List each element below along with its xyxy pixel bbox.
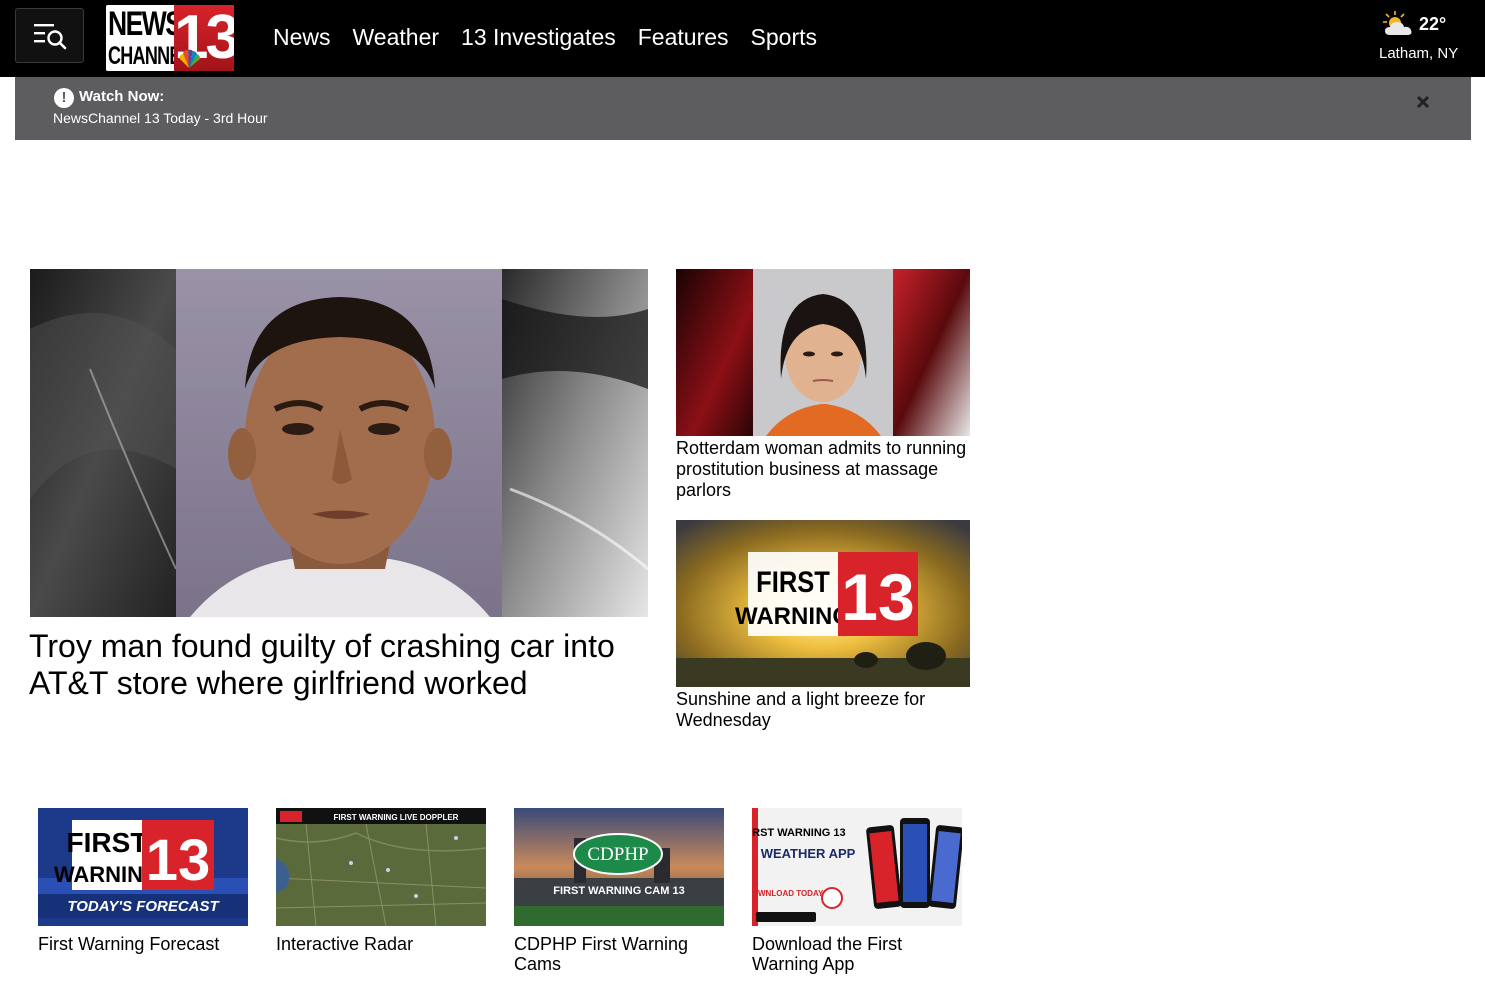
alert-title: Watch Now:	[79, 88, 165, 105]
overlay-number-text: 13	[841, 560, 914, 634]
hero-story-headline[interactable]: Troy man found guilty of crashing car in…	[29, 628, 649, 702]
nav-13-investigates[interactable]: 13 Investigates	[461, 22, 616, 52]
weather-widget[interactable]: 22° Latham, NY	[1376, 8, 1459, 66]
nav-news[interactable]: News	[273, 22, 331, 52]
newschannel13-logo[interactable]: NEWS CHANNEL 13	[106, 5, 234, 71]
side-story-2[interactable]: FIRST WARNING 13 Sunshine and a light br…	[676, 520, 970, 731]
side-story-2-headline: Sunshine and a light breeze for Wednesda…	[676, 689, 926, 730]
logo-news-text: NEWS	[108, 5, 183, 43]
tile2-banner-text: FIRST WARNING LIVE DOPPLER	[334, 813, 459, 822]
mugshot-photo	[676, 269, 970, 436]
tile1-number-text: 13	[146, 828, 211, 893]
tile-first-warning-forecast-image: FIRST WARNING 13 TODAY'S FORECAST	[38, 808, 248, 926]
city-skyline-cam-image: CDPHP FIRST WARNING CAM 13	[514, 808, 724, 926]
side-story-1-image	[676, 269, 970, 436]
tile-cdphp-cams-image: CDPHP FIRST WARNING CAM 13	[514, 808, 724, 926]
alert-link[interactable]: NewsChannel 13 Today - 3rd Hour	[53, 110, 268, 126]
logo-wordmark: NEWS CHANNEL	[106, 5, 192, 71]
partly-cloudy-icon	[1383, 11, 1412, 35]
first-warning-sunset-image: FIRST WARNING 13	[676, 520, 970, 687]
nbc-peacock-icon	[179, 49, 201, 68]
tile-download-app-image: FIRST WARNING 13 WEATHER APP DOWNLOAD TO…	[752, 808, 962, 926]
tile-download-app-title: Download the First Warning App	[752, 934, 903, 974]
overlay-first-text: FIRST	[756, 565, 830, 598]
overlay-warning-text: WARNING	[735, 603, 851, 630]
tile3-banner-text: FIRST WARNING CAM 13	[553, 885, 684, 897]
menu-search-icon	[33, 23, 66, 49]
watch-now-alert: ! Watch Now: NewsChannel 13 Today - 3rd …	[15, 77, 1471, 140]
hero-story-image[interactable]	[30, 269, 648, 617]
mugshot-photo	[30, 269, 648, 617]
nav-weather[interactable]: Weather	[353, 22, 440, 52]
radar-map-image: FIRST WARNING LIVE DOPPLER	[276, 808, 486, 926]
side-story-1[interactable]: Rotterdam woman admits to running prosti…	[676, 269, 970, 501]
nav-features[interactable]: Features	[638, 22, 729, 52]
side-story-2-image: FIRST WARNING 13	[676, 520, 970, 687]
close-icon[interactable]	[1413, 92, 1433, 112]
tile-interactive-radar[interactable]: FIRST WARNING LIVE DOPPLER Interactive R…	[276, 808, 486, 954]
site-header: NEWS CHANNEL 13 News Weather 13 Investig…	[0, 0, 1485, 77]
nav-sports[interactable]: Sports	[751, 22, 817, 52]
tile1-banner-text: TODAY'S FORECAST	[67, 898, 220, 915]
first-warning-forecast-image: FIRST WARNING 13 TODAY'S FORECAST	[38, 808, 248, 926]
tile-first-warning-forecast[interactable]: FIRST WARNING 13 TODAY'S FORECAST First …	[38, 808, 248, 954]
tile-first-warning-forecast-title: First Warning Forecast	[38, 934, 220, 954]
tile-cdphp-cams[interactable]: CDPHP FIRST WARNING CAM 13 CDPHP First W…	[514, 808, 724, 974]
tile4-cta-text: DOWNLOAD TODAY!	[752, 889, 826, 898]
tile-cdphp-cams-title: CDPHP First Warning Cams	[514, 934, 689, 974]
tile4-brand-text: FIRST WARNING 13	[752, 827, 846, 839]
weather-temperature: 22°	[1419, 14, 1447, 34]
tile-interactive-radar-title: Interactive Radar	[276, 934, 414, 954]
main-nav: News Weather 13 Investigates Features Sp…	[273, 22, 839, 52]
menu-search-button[interactable]	[15, 8, 84, 63]
tile4-app-text: WEATHER APP	[761, 846, 856, 861]
weather-app-promo-image: FIRST WARNING 13 WEATHER APP DOWNLOAD TO…	[752, 808, 962, 926]
tile-download-app[interactable]: FIRST WARNING 13 WEATHER APP DOWNLOAD TO…	[752, 808, 962, 974]
weather-location: Latham, NY	[1379, 45, 1459, 62]
side-story-1-headline: Rotterdam woman admits to running prosti…	[676, 438, 967, 500]
exclamation-icon: !	[54, 88, 74, 108]
tile1-first-text: FIRST	[67, 827, 148, 858]
tile3-logo-text: CDPHP	[587, 844, 648, 865]
tile-interactive-radar-image: FIRST WARNING LIVE DOPPLER	[276, 808, 486, 926]
